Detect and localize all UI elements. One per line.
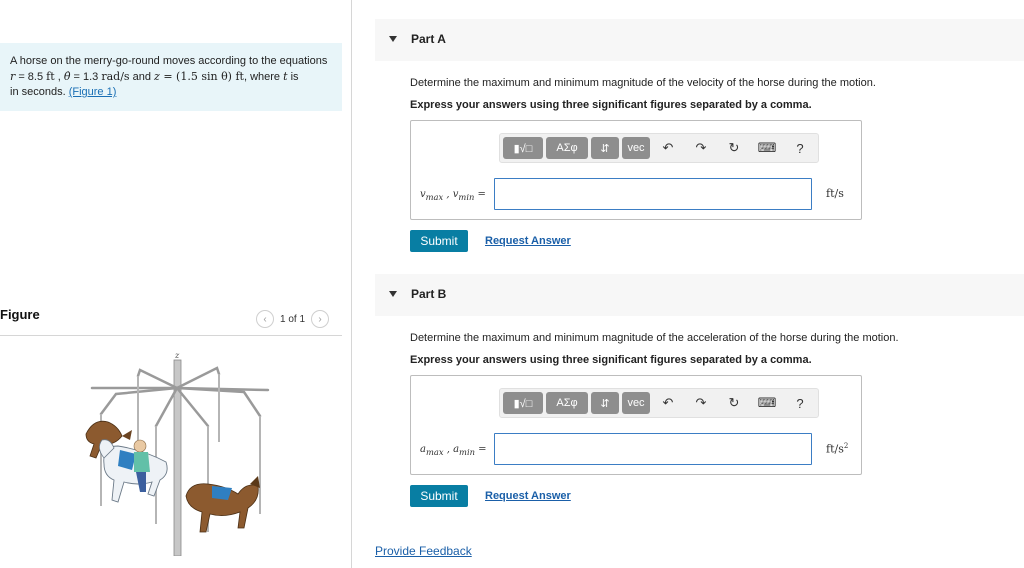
vector-button[interactable]: vec [622,392,650,414]
greek-symbols-button[interactable]: ΑΣφ [546,137,588,159]
templates-button[interactable]: ▮√□ [503,137,543,159]
left-panel: A horse on the merry-go-round moves acco… [0,0,352,568]
part-b-unit: ft/s2 [826,442,849,456]
reset-icon[interactable]: ↻ [719,392,749,414]
chevron-right-icon[interactable]: › [311,310,330,328]
undo-icon[interactable]: ↶ [653,137,683,159]
figure-axis-label: z [174,351,180,360]
reset-icon[interactable]: ↻ [719,137,749,159]
arrows-button[interactable]: ⇵ [591,392,619,414]
part-b-request-answer-link[interactable]: Request Answer [485,490,571,502]
figure-title: Figure [0,307,40,322]
pager-text: 1 of 1 [280,313,306,325]
part-a-header[interactable]: Part A [375,19,1024,61]
undo-icon[interactable]: ↶ [653,392,683,414]
provide-feedback-link[interactable]: Provide Feedback [375,544,472,558]
part-a-question: Determine the maximum and minimum magnit… [410,77,876,89]
figure-header: Figure ‹ 1 of 1 › [0,306,342,336]
vector-button[interactable]: vec [622,137,650,159]
redo-icon[interactable]: ↷ [686,392,716,414]
part-a-answer-box: ▮√□ ΑΣφ ⇵ vec ↶ ↷ ↻ ⌨ ? vmax , vmin = ft… [410,120,862,220]
part-b-answer-input[interactable] [494,433,812,465]
keyboard-icon[interactable]: ⌨ [752,137,782,159]
part-b-toolbar: ▮√□ ΑΣφ ⇵ vec ↶ ↷ ↻ ⌨ ? [499,388,819,418]
problem-statement: A horse on the merry-go-round moves acco… [0,43,342,111]
keyboard-icon[interactable]: ⌨ [752,392,782,414]
collapse-triangle-icon [389,291,397,297]
part-a-title: Part A [411,32,446,46]
problem-line-2: r = 8.5 ft , θ̇ = 1.3 rad/s and z = (1.5… [10,70,299,83]
part-b-answer-box: ▮√□ ΑΣφ ⇵ vec ↶ ↷ ↻ ⌨ ? amax , amin = ft… [410,375,862,475]
part-b-question: Determine the maximum and minimum magnit… [410,332,899,344]
part-b-submit-button[interactable]: Submit [410,485,468,507]
part-a-toolbar: ▮√□ ΑΣφ ⇵ vec ↶ ↷ ↻ ⌨ ? [499,133,819,163]
redo-icon[interactable]: ↷ [686,137,716,159]
part-a-answer-label: vmax , vmin = [420,189,486,202]
greek-symbols-button[interactable]: ΑΣφ [546,392,588,414]
part-b-title: Part B [411,287,447,301]
figure-pager: ‹ 1 of 1 › [256,310,330,328]
horse-front-right [185,476,260,533]
help-icon[interactable]: ? [785,137,815,159]
part-a-unit: ft/s [826,187,844,200]
part-a-instruction: Express your answers using three signifi… [410,99,812,111]
help-icon[interactable]: ? [785,392,815,414]
part-b-instruction: Express your answers using three signifi… [410,354,812,366]
arrows-button[interactable]: ⇵ [591,137,619,159]
merry-go-round-figure: z [85,351,270,556]
right-panel: Part A Determine the maximum and minimum… [353,0,1024,568]
chevron-left-icon[interactable]: ‹ [256,310,274,328]
templates-button[interactable]: ▮√□ [503,392,543,414]
part-b-answer-label: amax , amin = [420,444,487,457]
part-b-header[interactable]: Part B [375,274,1024,316]
collapse-triangle-icon [389,36,397,42]
part-a-answer-input[interactable] [494,178,812,210]
figure-link[interactable]: (Figure 1) [69,86,117,98]
problem-line-1: A horse on the merry-go-round moves acco… [10,55,328,67]
part-a-submit-button[interactable]: Submit [410,230,468,252]
part-a-request-answer-link[interactable]: Request Answer [485,235,571,247]
problem-line-3: in seconds. (Figure 1) [10,86,117,98]
